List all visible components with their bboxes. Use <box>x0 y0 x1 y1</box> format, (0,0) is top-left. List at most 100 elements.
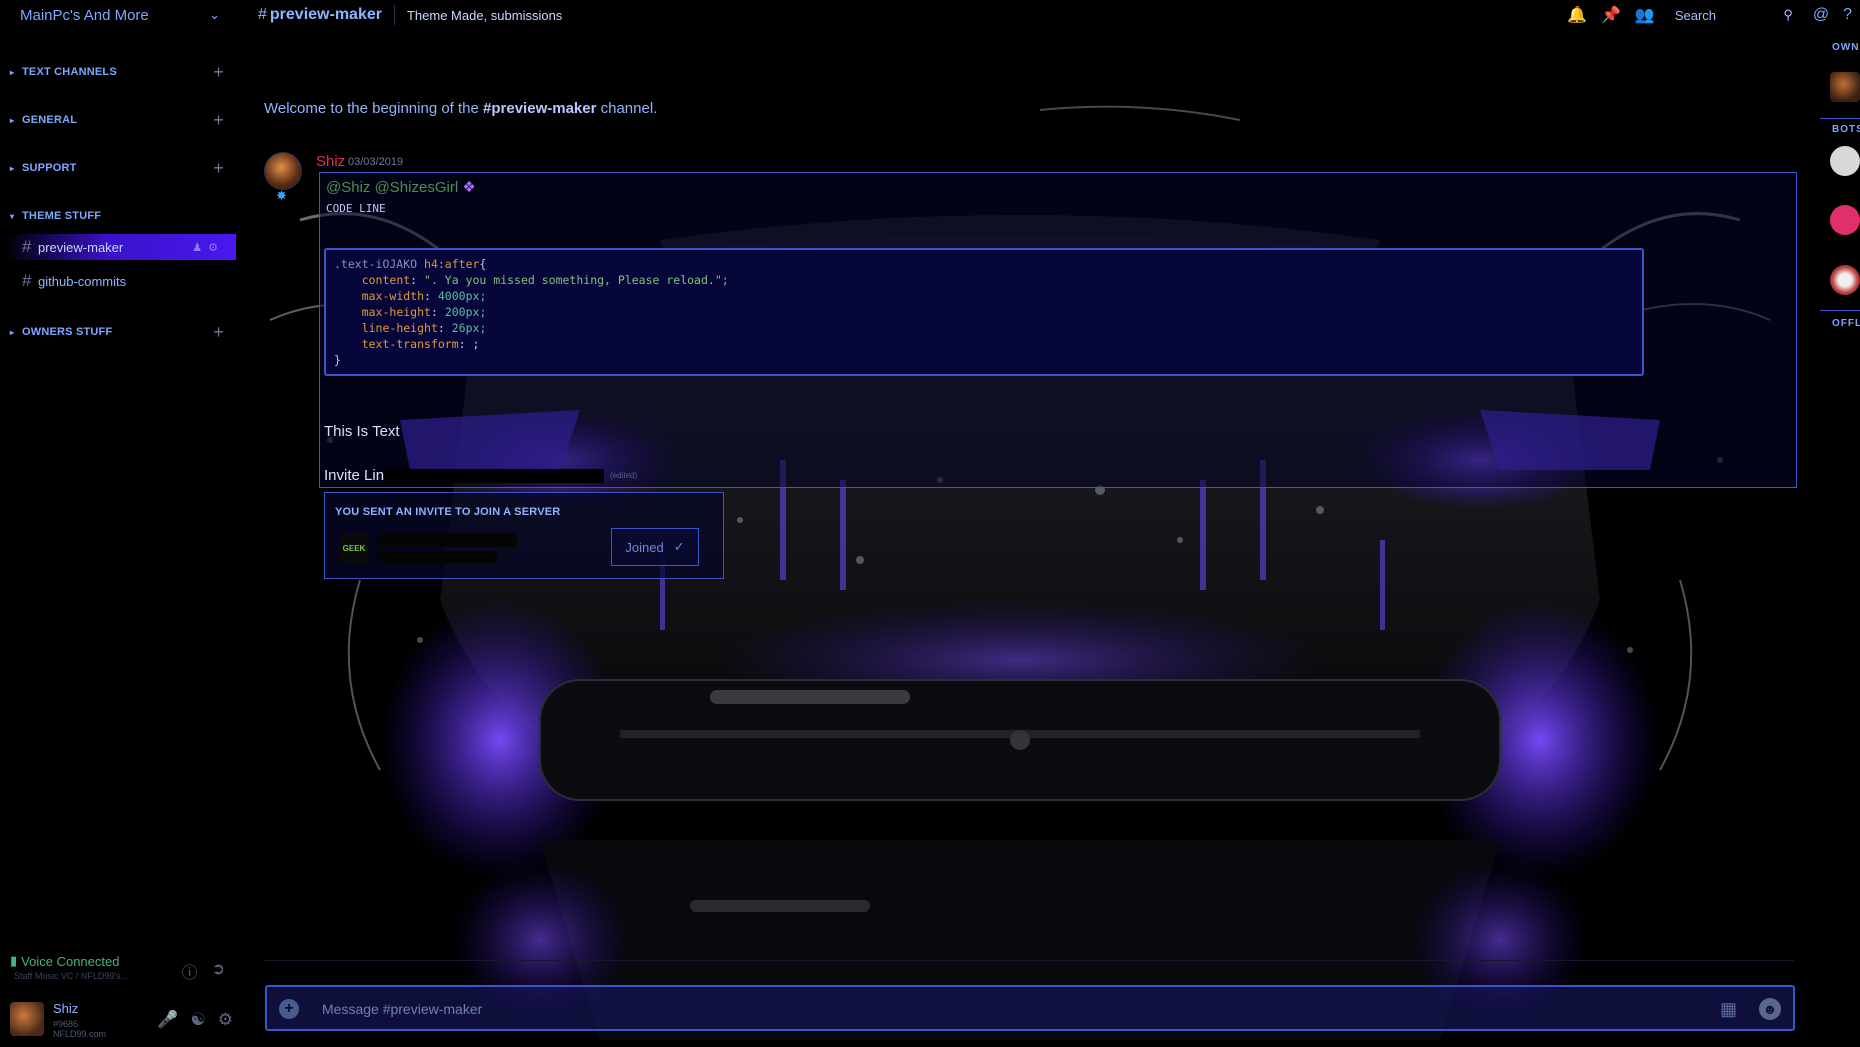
message-input[interactable] <box>322 997 1622 1021</box>
mention-text[interactable]: @Shiz @ShizesGirl ❖ <box>326 178 476 196</box>
inline-code: CODE LINE <box>326 202 386 215</box>
code-prop: max-width <box>361 289 425 303</box>
code-selector: .text-iOJAKO <box>334 257 418 271</box>
divider <box>393 5 395 25</box>
search-placeholder: Search <box>1674 7 1717 23</box>
message-text: This Is Text <box>324 423 400 440</box>
member-group-owner: OWN <box>1832 42 1860 53</box>
help-icon[interactable]: ? <box>1843 6 1852 24</box>
channel-topic: Theme Made, submissions <box>406 7 563 23</box>
joined-button[interactable]: Joined ✓ <box>611 528 699 566</box>
chevron-right-icon: ▸ <box>10 163 15 173</box>
invite-card: YOU SENT AN INVITE TO JOIN A SERVER GEEK… <box>324 492 724 579</box>
joined-label: Joined <box>625 539 664 555</box>
search-input[interactable]: Search ⚲ <box>1669 4 1799 26</box>
hash-icon: # <box>22 237 32 256</box>
code-brace: { <box>479 257 487 271</box>
code-value: 26px; <box>451 321 487 335</box>
headphones-icon[interactable]: ☯ <box>191 1010 206 1030</box>
member-avatar[interactable] <box>1830 205 1860 235</box>
channel-preview-maker[interactable]: # preview-maker ♟⚙ <box>4 234 236 260</box>
server-name: MainPc's And More <box>20 6 149 24</box>
emoji-icon[interactable]: ☻ <box>1759 998 1781 1020</box>
voice-connection-panel: ▮ Voice Connected Staff Music VC / NFLD9… <box>10 953 235 989</box>
redacted-server-info <box>377 551 497 563</box>
message-author[interactable]: Shiz <box>316 153 345 170</box>
add-channel-icon[interactable]: + <box>213 158 224 179</box>
add-channel-icon[interactable]: + <box>213 110 224 131</box>
members-icon[interactable]: 👥 <box>1635 5 1655 25</box>
user-panel: Shiz #9686 NFLD99.com 🎤 ☯ ⚙ <box>10 1000 235 1044</box>
upload-plus-icon[interactable]: + <box>279 999 299 1019</box>
channel-welcome: Welcome to the beginning of the #preview… <box>264 100 657 117</box>
category-text-channels[interactable]: ▸ TEXT CHANNELS + <box>10 62 230 82</box>
channel-label: github-commits <box>38 273 127 289</box>
invite-line: Invite Lin (edited) <box>324 467 637 484</box>
screen-share-icon[interactable]: ⓘ <box>182 959 198 983</box>
chevron-down-icon[interactable]: ⌄ <box>209 7 220 23</box>
edited-label: (edited) <box>610 471 638 480</box>
code-value: 4000px; <box>437 289 487 303</box>
channel-name: preview-maker <box>269 6 382 23</box>
divider <box>1820 310 1860 311</box>
channel-sidebar: MainPc's And More ⌄ ▸ TEXT CHANNELS + ▸ … <box>0 0 240 1047</box>
gear-icon[interactable]: ⚙ <box>208 242 224 254</box>
message-timestamp: 03/03/2019 <box>348 156 404 168</box>
signal-icon: ▮ <box>10 953 18 968</box>
server-header[interactable]: MainPc's And More ⌄ <box>0 0 240 30</box>
add-channel-icon[interactable]: + <box>213 62 224 83</box>
mention-label: @Shiz @ShizesGirl <box>326 179 459 196</box>
server-icon[interactable]: GEEK <box>339 533 369 563</box>
category-general[interactable]: ▸ GENERAL + <box>10 110 230 130</box>
code-value: ". Ya you missed something, Please reloa… <box>424 273 729 287</box>
member-avatar[interactable] <box>1830 265 1860 295</box>
code-value: 200px; <box>444 305 487 319</box>
chevron-down-icon: ▾ <box>10 211 15 221</box>
welcome-channel[interactable]: #preview-maker <box>483 100 596 117</box>
category-theme-stuff[interactable]: ▾ THEME STUFF <box>10 206 230 226</box>
add-channel-icon[interactable]: + <box>213 322 224 343</box>
member-avatar[interactable] <box>1830 146 1860 176</box>
category-label: TEXT CHANNELS <box>22 66 117 78</box>
avatar[interactable] <box>10 1002 44 1036</box>
pin-icon[interactable]: 📌 <box>1601 5 1621 25</box>
category-support[interactable]: ▸ SUPPORT + <box>10 158 230 178</box>
category-label: GENERAL <box>22 114 78 126</box>
code-prop: max-height <box>361 305 431 319</box>
channel-github-commits[interactable]: # github-commits <box>4 268 236 294</box>
invite-title: YOU SENT AN INVITE TO JOIN A SERVER <box>335 506 561 518</box>
badge-icon: ✸ <box>276 188 287 203</box>
member-list: OWN BOTS OFFL <box>1820 30 1860 1047</box>
invite-icon[interactable]: ♟ <box>192 242 208 254</box>
category-label: SUPPORT <box>22 162 77 174</box>
hash-icon: # <box>258 6 267 23</box>
welcome-text: Welcome to the beginning of the <box>264 100 484 117</box>
welcome-text-end: channel. <box>596 100 658 117</box>
username: Shiz <box>53 1001 79 1016</box>
chevron-right-icon: ▸ <box>10 327 15 337</box>
hash-icon: # <box>22 271 32 290</box>
gif-icon[interactable]: ▦ <box>1720 999 1737 1020</box>
mentions-icon[interactable]: @ <box>1813 6 1829 24</box>
divider <box>264 960 1794 961</box>
message-composer: + ▦ ☻ <box>265 985 1795 1031</box>
code-value: ; <box>472 337 480 351</box>
channel-header: # preview-maker Theme Made, submissions 🔔… <box>240 0 1860 30</box>
divider <box>1820 118 1860 119</box>
category-label: OWNERS STUFF <box>22 326 113 338</box>
redacted-link <box>384 468 605 483</box>
code-brace: } <box>334 353 341 367</box>
disconnect-icon[interactable]: ➲ <box>212 959 225 983</box>
member-avatar[interactable] <box>1830 72 1860 102</box>
code-prop: line-height <box>361 321 438 335</box>
gear-icon[interactable]: ⚙ <box>218 1010 233 1030</box>
category-owners-stuff[interactable]: ▸ OWNERS STUFF + <box>10 322 230 342</box>
bell-icon[interactable]: 🔔 <box>1567 5 1587 25</box>
code-prop: content <box>361 273 411 287</box>
redacted-server-name <box>377 533 517 547</box>
chevron-right-icon: ▸ <box>10 67 15 77</box>
voice-status-label: Voice Connected <box>21 953 120 969</box>
message-avatar[interactable] <box>264 152 302 190</box>
mute-icon[interactable]: 🎤 <box>157 1010 178 1030</box>
message-content: @Shiz @ShizesGirl ❖ CODE LINE .text-iOJA… <box>319 172 1797 488</box>
